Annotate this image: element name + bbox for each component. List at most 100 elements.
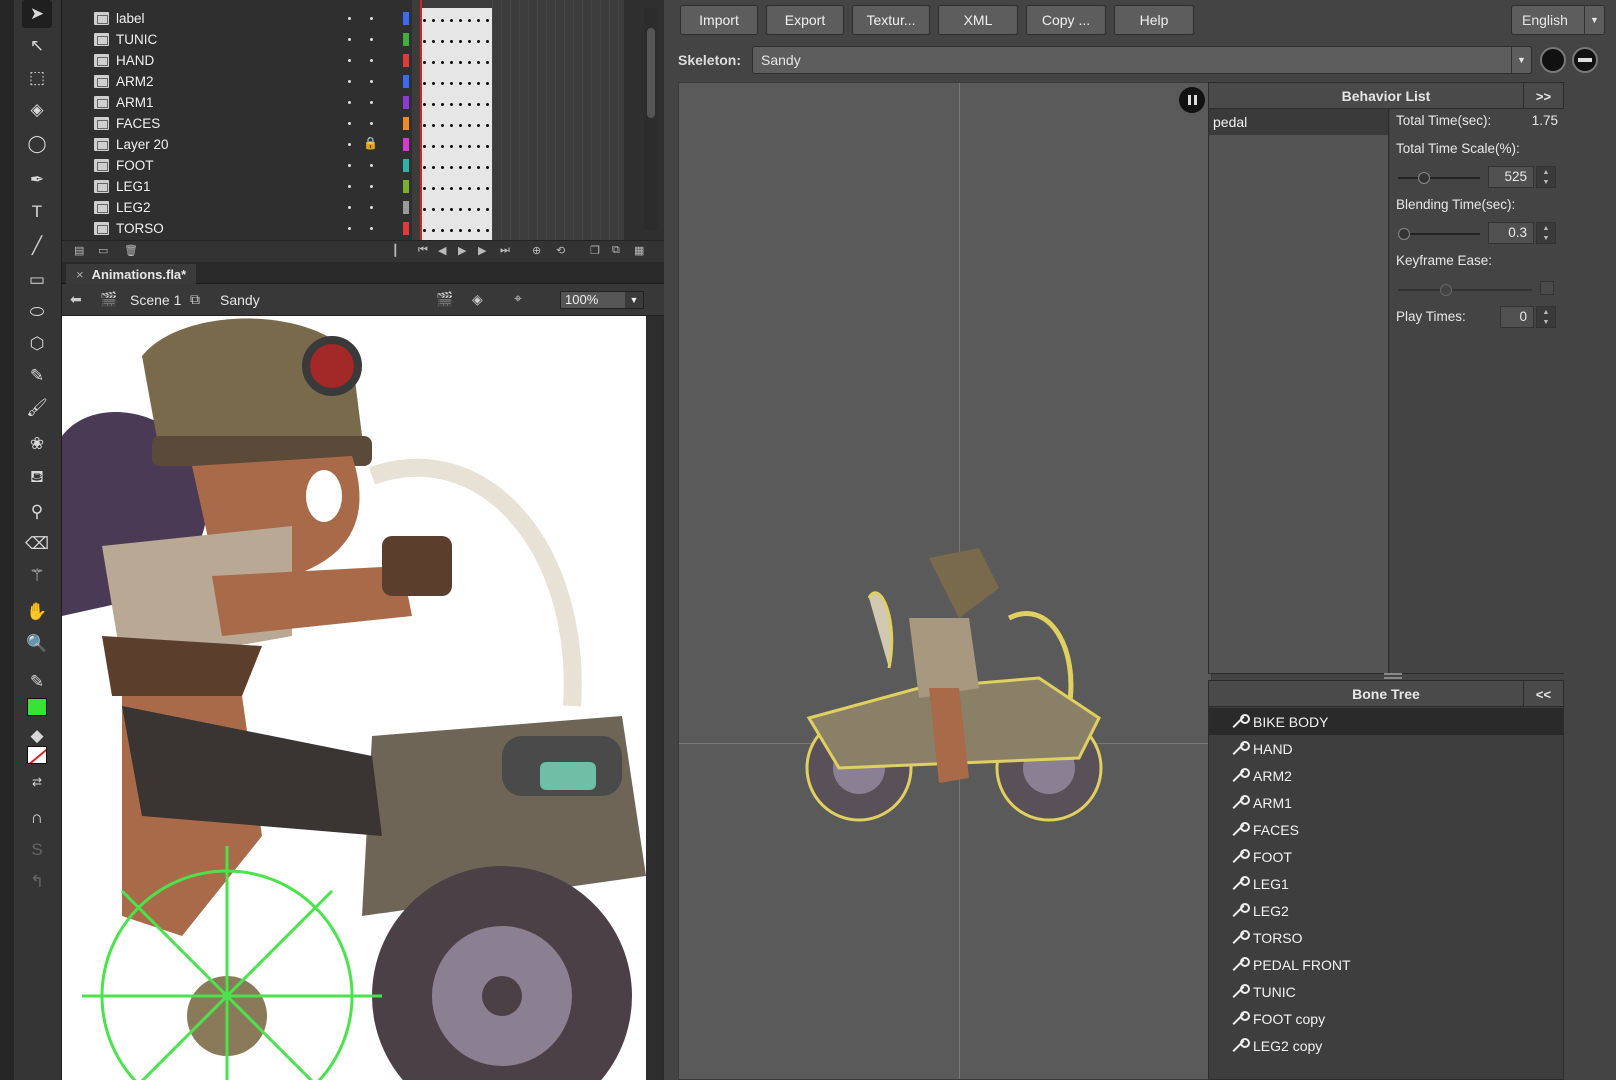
lock-dot-icon[interactable] (370, 80, 373, 83)
ease-knob[interactable] (1440, 284, 1452, 296)
animation-preview[interactable] (678, 82, 1212, 1080)
time-scale-knob[interactable] (1418, 172, 1430, 184)
visibility-dot-icon[interactable] (348, 185, 351, 188)
visibility-dot-icon[interactable] (348, 17, 351, 20)
pencil-tool-icon[interactable]: ✎ (22, 362, 52, 390)
lock-dot-icon[interactable] (370, 101, 373, 104)
oval-tool-icon[interactable]: ⬭ (22, 298, 52, 326)
layer-color-swatch[interactable] (403, 222, 409, 235)
layer-row[interactable]: LEG1 (62, 176, 412, 197)
bone-item[interactable]: HAND (1209, 735, 1563, 762)
onion-outline-icon[interactable]: ⧉ (612, 244, 620, 257)
back-arrow-icon[interactable]: ⬅ (70, 291, 82, 308)
import-button[interactable]: Import (680, 5, 758, 35)
center-stage-icon[interactable]: ⌖ (514, 290, 522, 307)
play-times-stepper[interactable]: ▲ ▼ (1536, 306, 1556, 328)
bone-item[interactable]: TORSO (1209, 924, 1563, 951)
lasso-tool-icon[interactable]: ◯ (22, 130, 52, 158)
layer-row[interactable]: TUNIC (62, 29, 412, 50)
language-select[interactable]: English ▼ (1511, 5, 1605, 35)
layer-color-swatch[interactable] (403, 96, 409, 109)
time-scale-input[interactable]: 525 (1488, 166, 1534, 188)
layer-row[interactable]: TORSO (62, 218, 412, 239)
paint-bucket-tool-icon[interactable]: ⛾ (22, 464, 52, 492)
deco-tool-icon[interactable]: ❀ (22, 430, 52, 458)
frames-area[interactable]: pedal (412, 0, 824, 240)
blending-knob[interactable] (1398, 228, 1410, 240)
visibility-dot-icon[interactable] (348, 59, 351, 62)
refresh-icon[interactable] (1540, 47, 1566, 73)
layer-color-swatch[interactable] (403, 75, 409, 88)
close-tab-icon[interactable]: × (76, 267, 84, 282)
layer-row[interactable]: Layer 20 🔒 (62, 134, 412, 155)
visibility-dot-icon[interactable] (348, 164, 351, 167)
layer-row[interactable]: FOOT (62, 155, 412, 176)
onion-skin-icon[interactable]: ❐ (590, 244, 600, 257)
remove-icon[interactable] (1572, 47, 1598, 73)
line-tool-icon[interactable]: ╱ (22, 232, 52, 260)
playhead[interactable] (420, 0, 422, 240)
play-icon[interactable]: ▶ (458, 244, 466, 257)
eyedropper-tool-icon[interactable]: ⚲ (22, 498, 52, 526)
swap-colors-icon[interactable]: ⇄ (22, 768, 52, 796)
loop-icon[interactable]: ⟲ (556, 244, 565, 257)
stage-scrollbar[interactable] (646, 316, 662, 1080)
lock-icon[interactable]: 🔒 (363, 136, 378, 150)
first-frame-icon[interactable]: ⏮ (418, 244, 428, 257)
visibility-dot-icon[interactable] (348, 80, 351, 83)
layer-row[interactable]: ARM2 (62, 71, 412, 92)
stage-canvas[interactable] (62, 316, 646, 1080)
visibility-dot-icon[interactable] (348, 101, 351, 104)
behavior-toggle-button[interactable]: >> (1523, 83, 1563, 109)
document-tab[interactable]: × Animations.fla* (66, 264, 197, 284)
fill-color-swatch[interactable] (27, 698, 47, 716)
lock-dot-icon[interactable] (370, 38, 373, 41)
lock-dot-icon[interactable] (370, 206, 373, 209)
selection-tool-icon[interactable]: ➤ (22, 0, 52, 28)
blending-input[interactable]: 0.3 (1488, 222, 1534, 244)
visibility-dot-icon[interactable] (348, 38, 351, 41)
free-transform-tool-icon[interactable]: ⬚ (22, 64, 52, 92)
zoom-select[interactable]: 100% ▼ (560, 291, 644, 309)
bone-item[interactable]: BIKE BODY (1209, 708, 1563, 735)
visibility-dot-icon[interactable] (348, 143, 351, 146)
time-scale-stepper[interactable]: ▲ ▼ (1536, 166, 1556, 188)
play-times-input[interactable]: 0 (1500, 306, 1534, 328)
bone-item[interactable]: FACES (1209, 816, 1563, 843)
behavior-item[interactable]: pedal (1209, 109, 1388, 135)
lock-dot-icon[interactable] (370, 227, 373, 230)
layer-color-swatch[interactable] (403, 117, 409, 130)
layer-color-swatch[interactable] (403, 33, 409, 46)
no-color-swatch[interactable] (27, 746, 47, 764)
lock-dot-icon[interactable] (370, 59, 373, 62)
lock-dot-icon[interactable] (370, 17, 373, 20)
bone-item[interactable]: LEG2 (1209, 897, 1563, 924)
zoom-caret-icon[interactable]: ▼ (625, 292, 643, 308)
delete-layer-icon[interactable]: 🗑 (124, 244, 138, 257)
language-caret-icon[interactable]: ▼ (1584, 6, 1604, 34)
skeleton-select[interactable]: Sandy ▼ (752, 46, 1532, 74)
layer-color-swatch[interactable] (403, 138, 409, 151)
text-tool-icon[interactable]: T (22, 198, 52, 226)
frames-grid[interactable] (492, 0, 624, 240)
eraser-tool-icon[interactable]: ⌫ (22, 530, 52, 558)
export-button[interactable]: Export (766, 5, 844, 35)
polystar-tool-icon[interactable]: ⬡ (22, 330, 52, 358)
pen-tool-icon[interactable]: ✒ (22, 166, 52, 194)
ease-slider[interactable] (1398, 284, 1532, 296)
zoom-tool-icon[interactable]: 🔍 (22, 630, 52, 658)
edit-multiple-icon[interactable]: ▦ (634, 244, 644, 257)
step-forward-icon[interactable]: ▶ (478, 244, 486, 257)
visibility-dot-icon[interactable] (348, 122, 351, 125)
lock-dot-icon[interactable] (370, 164, 373, 167)
layer-row[interactable]: label (62, 8, 412, 29)
copy-button[interactable]: Copy ... (1026, 5, 1106, 35)
step-back-icon[interactable]: ◀ (438, 244, 446, 257)
bone-item[interactable]: ARM1 (1209, 789, 1563, 816)
snap-to-objects-icon[interactable]: ∩ (22, 804, 52, 832)
hand-tool-icon[interactable]: ✋ (22, 598, 52, 626)
bone-item[interactable]: PEDAL FRONT (1209, 951, 1563, 978)
lock-dot-icon[interactable] (370, 122, 373, 125)
layer-row[interactable]: LEG2 (62, 197, 412, 218)
timeline-scroll-thumb[interactable] (647, 28, 655, 118)
